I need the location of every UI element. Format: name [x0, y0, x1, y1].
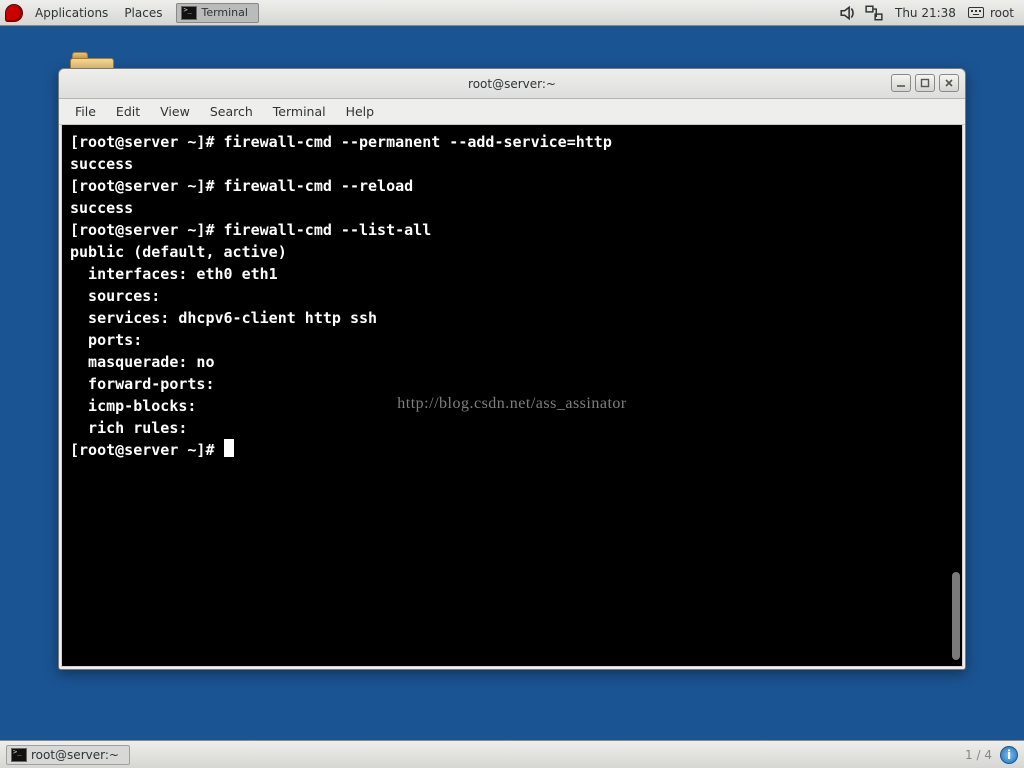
terminal-line: interfaces: eth0 eth1	[70, 263, 954, 285]
close-button[interactable]	[939, 74, 959, 92]
window-titlebar[interactable]: root@server:~	[59, 69, 965, 99]
user-menu[interactable]: root	[964, 6, 1024, 20]
terminal-line: success	[70, 153, 954, 175]
terminal-output[interactable]: [root@server ~]# firewall-cmd --permanen…	[61, 125, 963, 667]
taskbar-terminal-label: Terminal	[201, 6, 248, 19]
network-icon[interactable]	[865, 4, 883, 22]
terminal-line: masquerade: no	[70, 351, 954, 373]
workspace-pager[interactable]: 1 / 4	[965, 748, 992, 762]
terminal-line: rich rules:	[70, 417, 954, 439]
window-title: root@server:~	[468, 77, 556, 91]
keyboard-icon	[968, 7, 984, 18]
cursor	[224, 439, 234, 457]
menu-edit[interactable]: Edit	[106, 99, 150, 125]
terminal-line: forward-ports:	[70, 373, 954, 395]
terminal-line: [root@server ~]#	[70, 439, 954, 461]
maximize-button[interactable]	[915, 74, 935, 92]
terminal-icon	[181, 6, 197, 20]
bottom-task-label: root@server:~	[31, 748, 119, 762]
bottom-panel: root@server:~ 1 / 4 i	[0, 740, 1024, 768]
terminal-line: [root@server ~]# firewall-cmd --list-all	[70, 219, 954, 241]
terminal-line: ports:	[70, 329, 954, 351]
info-icon[interactable]: i	[1000, 746, 1018, 764]
terminal-window: root@server:~ File Edit View Search Term…	[58, 68, 966, 670]
menu-view[interactable]: View	[150, 99, 200, 125]
scrollbar-thumb[interactable]	[952, 572, 960, 660]
top-panel: Applications Places Terminal Thu 21:38 r…	[0, 0, 1024, 26]
minimize-button[interactable]	[891, 74, 911, 92]
applications-menu[interactable]: Applications	[27, 0, 116, 26]
terminal-line: services: dhcpv6-client http ssh	[70, 307, 954, 329]
user-label: root	[990, 6, 1014, 20]
terminal-icon	[11, 748, 27, 762]
menu-file[interactable]: File	[65, 99, 106, 125]
menu-search[interactable]: Search	[200, 99, 263, 125]
terminal-line: [root@server ~]# firewall-cmd --reload	[70, 175, 954, 197]
menu-terminal[interactable]: Terminal	[263, 99, 336, 125]
terminal-line: sources:	[70, 285, 954, 307]
menu-help[interactable]: Help	[336, 99, 385, 125]
terminal-line: [root@server ~]# firewall-cmd --permanen…	[70, 131, 954, 153]
places-menu[interactable]: Places	[116, 0, 170, 26]
volume-icon[interactable]	[839, 4, 857, 22]
window-menubar: File Edit View Search Terminal Help	[59, 99, 965, 125]
taskbar-terminal[interactable]: Terminal	[176, 3, 259, 23]
clock[interactable]: Thu 21:38	[887, 6, 964, 20]
bottom-task-terminal[interactable]: root@server:~	[6, 745, 130, 765]
distro-logo-icon	[6, 5, 22, 21]
terminal-line: icmp-blocks:	[70, 395, 954, 417]
terminal-line: success	[70, 197, 954, 219]
terminal-line: public (default, active)	[70, 241, 954, 263]
